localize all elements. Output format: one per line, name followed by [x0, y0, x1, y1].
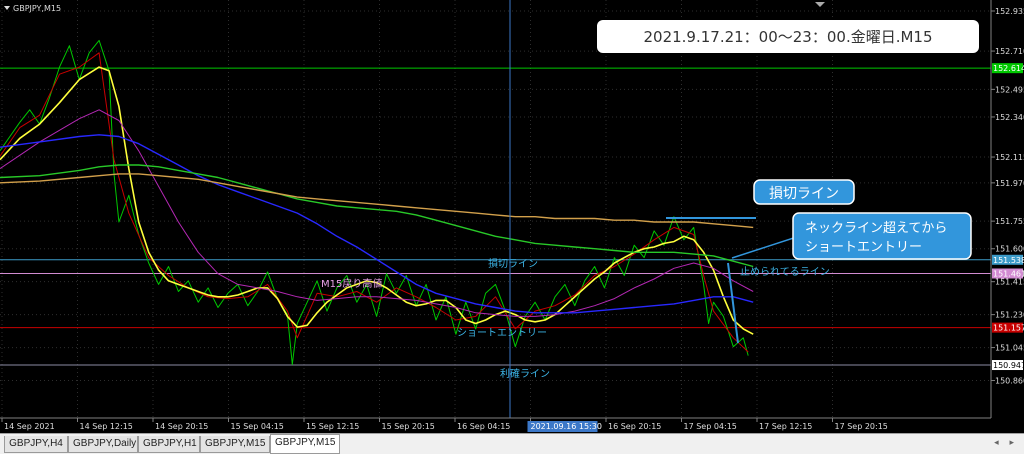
tab-gbpjpy-m15[interactable]: GBPJPY,M15 — [200, 436, 270, 453]
y-tick-label: 151.045 — [995, 344, 1024, 353]
tab-gbpjpy-h1[interactable]: GBPJPY,H1 — [138, 436, 200, 453]
stopped-line-label: 止められてるライン — [740, 266, 830, 278]
x-tick-label: 15 Sep 04:15 — [231, 422, 284, 431]
take-profit-label: 利確ライン — [500, 367, 550, 380]
stop-loss-line-label: 損切ライン — [488, 257, 538, 270]
x-tick-label: 14 Sep 12:15 — [80, 422, 133, 431]
y-tick-label: 151.230 — [995, 311, 1024, 320]
stop-loss-callout-text: 損切ライン — [769, 186, 839, 202]
title-box-text: 2021.9.17.21：00〜23：00.金曜日.M15 — [643, 28, 932, 46]
y-tick-label: 152.115 — [995, 153, 1024, 162]
price-chart[interactable]: 2021.9.17.21：00〜23：00.金曜日.M15 損切ライン ネックラ… — [0, 0, 1024, 433]
symbol-label: GBPJPY,M15 — [13, 4, 61, 13]
tab-gbpjpy-m15-active[interactable]: GBPJPY,M15 — [270, 434, 340, 454]
x-tick-label: 16 Sep 04:15 — [457, 422, 510, 431]
chart-tabs-bar: GBPJPY,H4 GBPJPY,Daily GBPJPY,H1 GBPJPY,… — [0, 433, 1024, 454]
tab-gbpjpy-daily[interactable]: GBPJPY,Daily — [68, 436, 138, 453]
price-badge-label: 151.461 — [993, 269, 1024, 278]
price-badge-label: 151.157 — [993, 324, 1024, 333]
y-tick-label: 152.340 — [995, 113, 1024, 122]
y-tick-label: 152.495 — [995, 85, 1024, 94]
price-badge-label: 151.538 — [993, 256, 1024, 265]
y-tick-label: 152.710 — [995, 47, 1024, 56]
x-tick-label: 14 Sep 2021 — [4, 422, 55, 431]
x-tick-label: 17 Sep 12:15 — [759, 422, 812, 431]
short-entry-label: ショートエントリー — [457, 328, 547, 339]
x-tick-label: 17 Sep 04:15 — [684, 422, 737, 431]
price-badge-label: 150.947 — [993, 361, 1024, 370]
y-tick-label: 151.600 — [995, 245, 1024, 254]
y-tick-label: 150.860 — [995, 377, 1024, 386]
y-tick-label: 152.935 — [995, 7, 1024, 16]
y-tick-label: 151.970 — [995, 179, 1024, 188]
neckline-callout-line1: ネックライン超えてから — [805, 221, 947, 236]
x-tick-label-cursor: 2021.09.16 15:30 — [531, 422, 602, 431]
y-tick-label: 151.755 — [995, 217, 1024, 226]
m15-high-label: M15戻り高値 — [321, 277, 382, 290]
x-tick-label: 15 Sep 12:15 — [306, 422, 359, 431]
x-tick-label: 17 Sep 20:15 — [835, 422, 888, 431]
x-tick-label: 14 Sep 20:15 — [155, 422, 208, 431]
y-tick-label: 151.415 — [995, 278, 1024, 287]
tab-scroll-arrows-icon[interactable]: ◂ ▸ — [994, 438, 1018, 448]
neckline-callout-line2: ショートエントリー — [805, 240, 922, 255]
price-badge-label: 152.614 — [993, 64, 1024, 73]
x-tick-label: 15 Sep 20:15 — [382, 422, 435, 431]
tab-gbpjpy-h4[interactable]: GBPJPY,H4 — [4, 436, 68, 453]
x-tick-label: 16 Sep 20:15 — [608, 422, 661, 431]
